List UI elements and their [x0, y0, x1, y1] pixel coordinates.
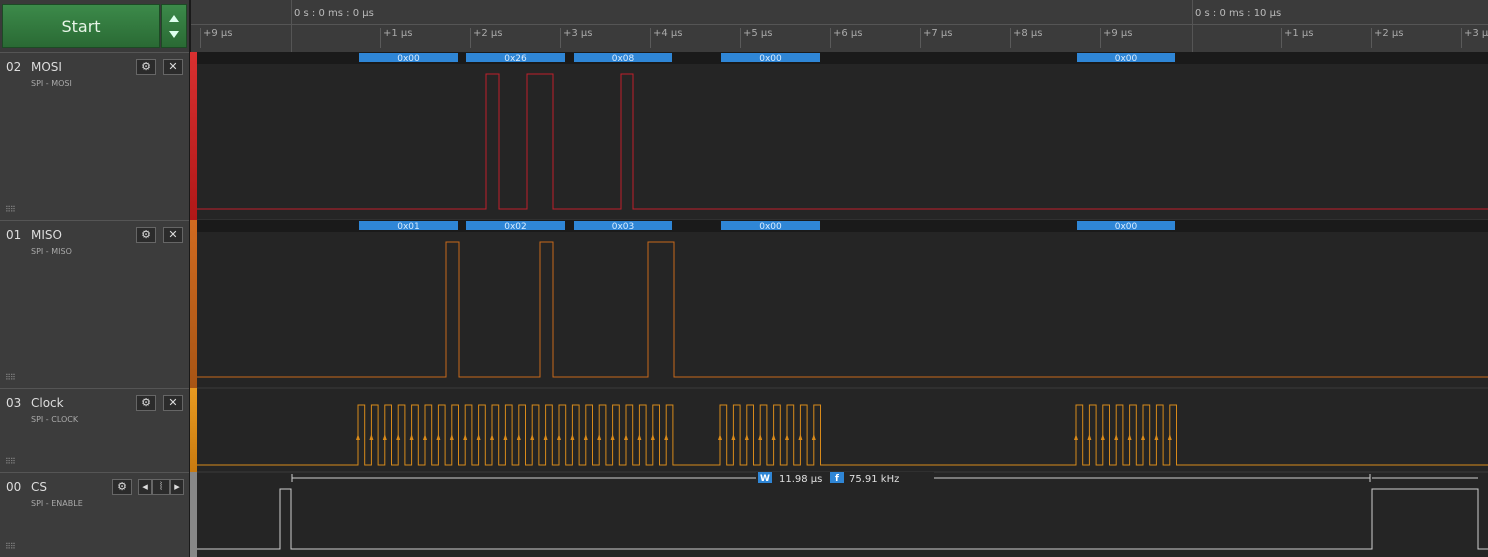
waveform-area[interactable]: 0x00 0x26 0x08 0x00 0x00 0x01 0x02 0x03 0x00 0x00…: [0, 0, 1488, 557]
pulse-width-value: 11.98 µs: [779, 474, 822, 485]
decoded-byte-label: 0x26: [504, 54, 527, 64]
decoded-byte-label: 0x00: [759, 54, 782, 64]
width-badge-label: W: [760, 474, 770, 484]
decoded-byte-label: 0x01: [397, 222, 420, 232]
freq-badge-label: f: [835, 474, 839, 484]
decoded-byte-label: 0x03: [612, 222, 635, 232]
frequency-value: 75.91 kHz: [849, 474, 899, 485]
decoded-byte-label: 0x00: [1115, 222, 1138, 232]
decoded-byte-label: 0x00: [1115, 54, 1138, 64]
decoded-byte-label: 0x00: [397, 54, 420, 64]
decoded-byte-label: 0x08: [612, 54, 635, 64]
decoded-byte-label: 0x00: [759, 222, 782, 232]
decoded-byte-label: 0x02: [504, 222, 527, 232]
